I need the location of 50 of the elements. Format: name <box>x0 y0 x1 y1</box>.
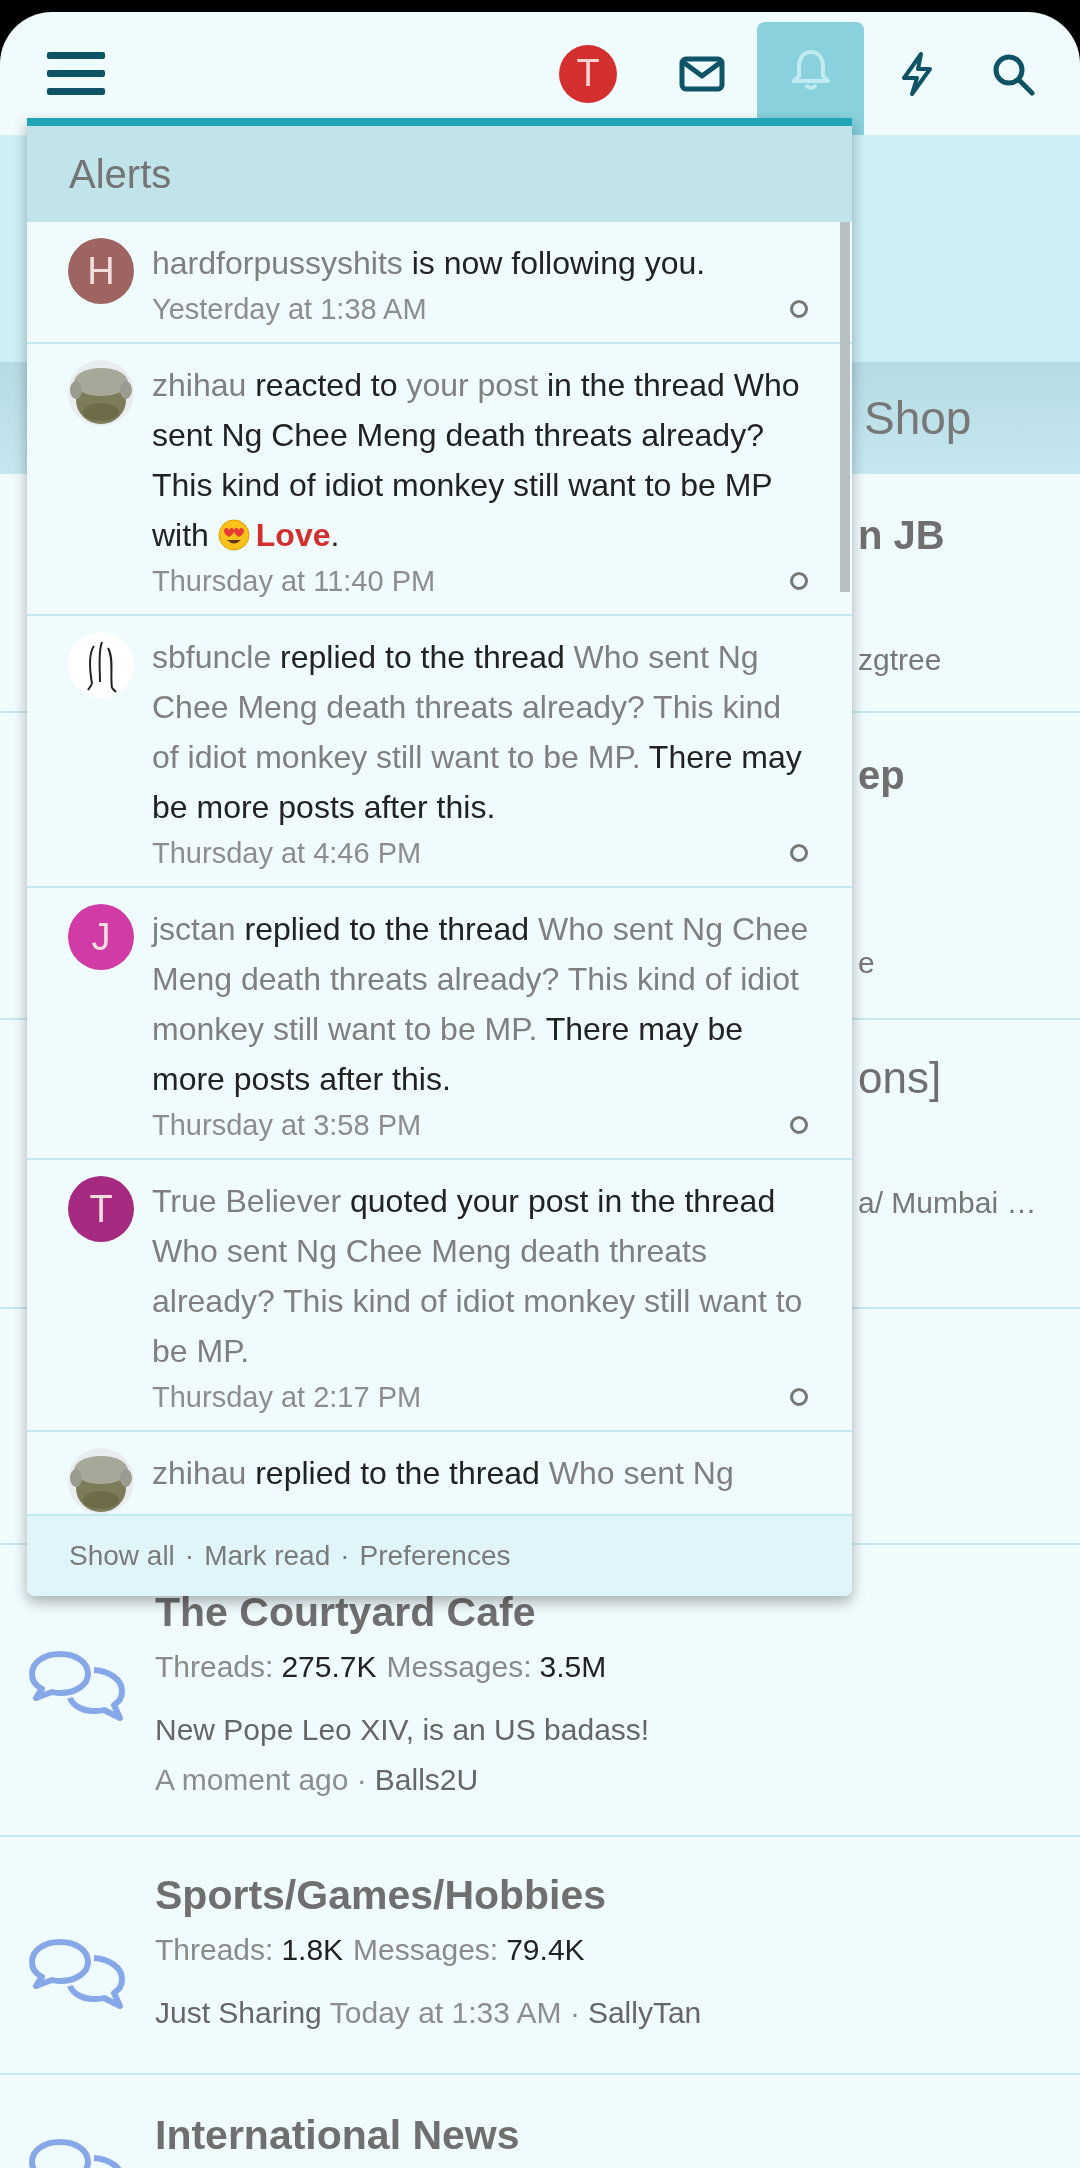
alert-time: Yesterday at 1:38 AM <box>152 292 427 327</box>
latest-time: Today at 1:33 AM · <box>329 1995 580 2031</box>
username-link[interactable]: hardforpussyshits <box>152 245 403 281</box>
alert-text: zhihau replied to the thread Who sent Ng <box>152 1454 735 1493</box>
alert-time: Thursday at 3:58 PM <box>152 1108 422 1143</box>
footer-link[interactable]: Preferences <box>359 1540 511 1572</box>
forum-title[interactable]: International News <box>155 2110 1060 2160</box>
username-link[interactable]: zhihau <box>152 1455 247 1491</box>
user-avatar[interactable]: T <box>68 1176 134 1242</box>
username-link[interactable]: sbfuncle <box>152 639 272 675</box>
stat-value: 1.8K <box>281 1933 344 1966</box>
alert-text: True Believer quoted your post in the thread Who sent Ng Chee Meng death threats already? This kind of idiot monkey still want to be MP. <box>152 1182 804 1371</box>
forum-meta: zgtree <box>858 642 943 678</box>
footer-link[interactable]: Mark read <box>204 1540 331 1572</box>
forum-title[interactable]: Sports/Games/Hobbies <box>155 1870 1060 1920</box>
alert-text: zhihau reacted to your post in the thread Who sent Ng Chee Meng death threats already? This kind of idiot monkey still want to be MP with Love. <box>152 366 801 555</box>
stat-value: 79.4K <box>506 1933 585 1966</box>
forum-title[interactable]: ep <box>858 750 1080 800</box>
username-link[interactable]: True Believer <box>152 1183 342 1219</box>
footer-link[interactable]: Show all <box>69 1540 175 1572</box>
user-avatar[interactable]: H <box>68 238 134 304</box>
separator-dot: · <box>340 1540 350 1572</box>
user-avatar[interactable]: J <box>68 904 134 970</box>
forum-title[interactable]: n JB <box>858 510 1080 560</box>
forum-title[interactable]: ons] <box>858 1050 1080 1106</box>
stat-label: Threads: <box>155 1650 274 1683</box>
alert-text: jsctan replied to the thread Who sent Ng Chee Meng death threats already? This kind of idiot monkey still want to be MP. There may be more posts after this. <box>152 910 810 1099</box>
latest-link[interactable]: Just Sharing <box>155 1988 322 2038</box>
stat-label: Messages: <box>386 1650 532 1683</box>
forum-meta: e <box>858 945 876 981</box>
latest-time: A moment ago · <box>155 1762 367 1798</box>
latest-link[interactable]: Balls2U <box>374 1755 479 1805</box>
user-avatar[interactable]: T <box>559 44 617 103</box>
alert-time: Thursday at 4:46 PM <box>152 836 422 871</box>
latest-link[interactable]: New Pope Leo XIV, is an US badass! <box>155 1705 650 1755</box>
username-link[interactable]: jsctan <box>152 911 236 947</box>
alert-time: Thursday at 2:17 PM <box>152 1380 422 1415</box>
alert-time: Thursday at 11:40 PM <box>152 564 436 599</box>
popup-title: Alerts <box>69 151 172 197</box>
stat-value: 275.7K <box>281 1650 377 1683</box>
latest-link[interactable]: SallyTan <box>587 1988 702 2038</box>
stat-label: Threads: <box>155 1933 274 1966</box>
forum-meta: a/ Mumbai … <box>858 1185 1038 1221</box>
separator-dot: · <box>184 1540 195 1572</box>
alert-text: hardforpussyshits is now following you. <box>152 244 707 283</box>
stat-value: 3.5M <box>539 1650 607 1683</box>
username-link[interactable]: zhihau <box>152 367 247 403</box>
stat-label: Messages: <box>353 1933 499 1966</box>
alert-text: sbfuncle replied to the thread Who sent Ng Chee Meng death threats already? This kind of idiot monkey still want to be MP. There may be more posts after this. <box>152 638 803 827</box>
section-title: Shop <box>864 391 972 445</box>
